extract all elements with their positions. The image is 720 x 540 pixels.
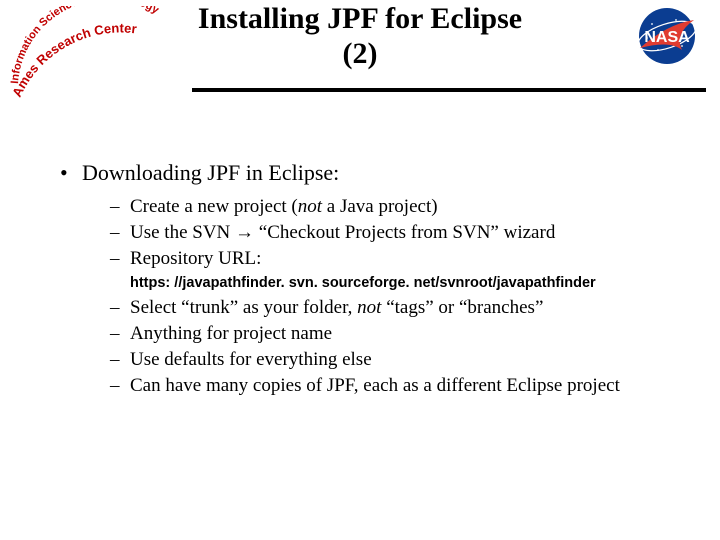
slide-body: •Downloading JPF in Eclipse: – Create a … [60,160,680,400]
bullet-level1: •Downloading JPF in Eclipse: [60,160,680,186]
dash-icon: – [110,347,130,373]
item-text: Create a new project (not a Java project… [130,194,680,220]
dash-icon: – [110,220,130,246]
dash-icon: – [110,321,130,347]
list-item: – Create a new project (not a Java proje… [110,194,680,220]
header-rule [192,88,706,92]
bullet-dot: • [60,160,82,186]
dash-icon: – [110,295,130,321]
sublist-a: – Create a new project (not a Java proje… [110,194,680,273]
list-item: – Use defaults for everything else [110,347,680,373]
item-text: Use the SVN → “Checkout Projects from SV… [130,220,680,246]
title-line-1: Installing JPF for Eclipse [198,2,522,35]
item-text: Select “trunk” as your folder, not “tags… [130,295,680,321]
dash-icon: – [110,246,130,272]
list-item: – Anything for project name [110,321,680,347]
repository-url: https: //javapathfinder. svn. sourceforg… [130,275,680,291]
slide-header: Information Sciences & Technology Ames R… [0,0,720,105]
item-text: Anything for project name [130,321,680,347]
sublist-b: – Select “trunk” as your folder, not “ta… [110,295,680,400]
item-text: Can have many copies of JPF, each as a d… [130,373,680,399]
list-item: – Can have many copies of JPF, each as a… [110,373,680,399]
main-heading: Downloading JPF in Eclipse: [82,160,339,185]
nasa-logo: NASA [632,6,702,66]
list-item: – Use the SVN → “Checkout Projects from … [110,220,680,246]
item-text: Repository URL: [130,246,680,272]
nasa-text: NASA [644,29,690,46]
item-text: Use defaults for everything else [130,347,680,373]
slide-title: Installing JPF for Eclipse (2) [150,2,570,71]
title-line-2: (2) [343,37,378,70]
list-item: – Repository URL: [110,246,680,272]
dash-icon: – [110,373,130,399]
dash-icon: – [110,194,130,220]
list-item: – Select “trunk” as your folder, not “ta… [110,295,680,321]
